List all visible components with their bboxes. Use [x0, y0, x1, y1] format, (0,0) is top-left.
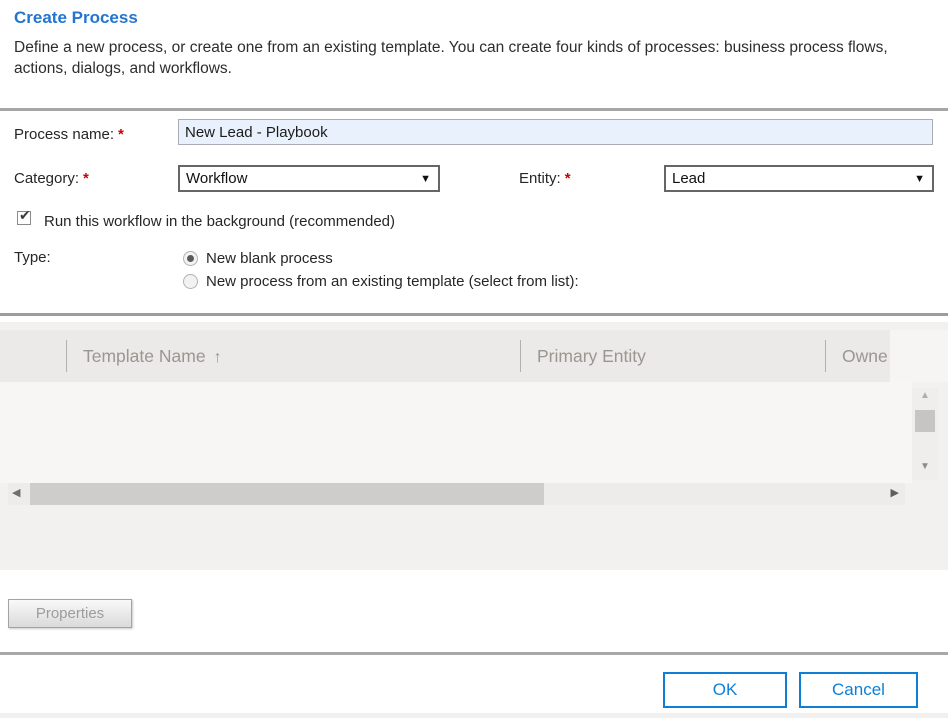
- scroll-down-icon[interactable]: ▼: [912, 461, 938, 472]
- entity-select[interactable]: Lead ▼: [664, 165, 934, 192]
- column-header-template-name[interactable]: Template Name↑: [66, 340, 520, 372]
- radio-new-from-template[interactable]: [183, 274, 198, 289]
- background-checkbox-label: Run this workflow in the background (rec…: [44, 213, 395, 230]
- entity-label: Entity:*: [519, 170, 571, 187]
- radio-new-blank-process-label: New blank process: [206, 250, 333, 267]
- bottom-strip: [0, 713, 948, 718]
- entity-select-value: Lead: [672, 170, 705, 187]
- sort-ascending-icon: ↑: [214, 349, 222, 366]
- category-select-value: Workflow: [186, 170, 247, 187]
- process-name-label: Process name:*: [14, 126, 124, 143]
- required-asterisk: *: [118, 126, 124, 143]
- divider-top: [0, 108, 948, 111]
- page-title: Create Process: [14, 8, 138, 28]
- vertical-scrollbar[interactable]: ▲ ▼: [912, 388, 938, 480]
- chevron-down-icon: ▼: [914, 173, 925, 185]
- vertical-scrollbar-thumb[interactable]: [915, 410, 935, 432]
- scroll-right-icon[interactable]: ▶: [891, 486, 899, 499]
- type-label: Type:: [14, 249, 51, 266]
- divider-grid-top: [0, 313, 948, 316]
- required-asterisk: *: [565, 170, 571, 187]
- template-grid-body-empty: [0, 382, 912, 483]
- background-checkbox[interactable]: ✔: [17, 211, 31, 225]
- category-label: Category:*: [14, 170, 89, 187]
- scroll-up-icon[interactable]: ▲: [912, 390, 938, 401]
- radio-new-from-template-label: New process from an existing template (s…: [206, 273, 579, 290]
- divider-bottom: [0, 652, 948, 655]
- radio-new-blank-process[interactable]: [183, 251, 198, 266]
- page-description: Define a new process, or create one from…: [14, 37, 942, 79]
- horizontal-scrollbar[interactable]: ◀ ▶: [8, 483, 905, 505]
- cancel-button[interactable]: Cancel: [799, 672, 918, 708]
- category-select[interactable]: Workflow ▼: [178, 165, 440, 192]
- scroll-left-icon[interactable]: ◀: [12, 486, 20, 499]
- ok-button[interactable]: OK: [663, 672, 787, 708]
- required-asterisk: *: [83, 170, 89, 187]
- horizontal-scrollbar-thumb[interactable]: [30, 483, 544, 505]
- template-grid: Template Name↑ Primary Entity Owne ▲ ▼ ◀…: [0, 322, 948, 570]
- create-process-dialog: Create Process Define a new process, or …: [0, 0, 948, 718]
- column-header-owner[interactable]: Owne: [825, 340, 890, 372]
- checkmark-icon: ✔: [19, 207, 31, 224]
- chevron-down-icon: ▼: [420, 173, 431, 185]
- column-header-primary-entity[interactable]: Primary Entity: [520, 340, 825, 372]
- properties-button[interactable]: Properties: [8, 599, 132, 628]
- process-name-input[interactable]: [178, 119, 933, 145]
- template-grid-header-corner: [890, 330, 948, 382]
